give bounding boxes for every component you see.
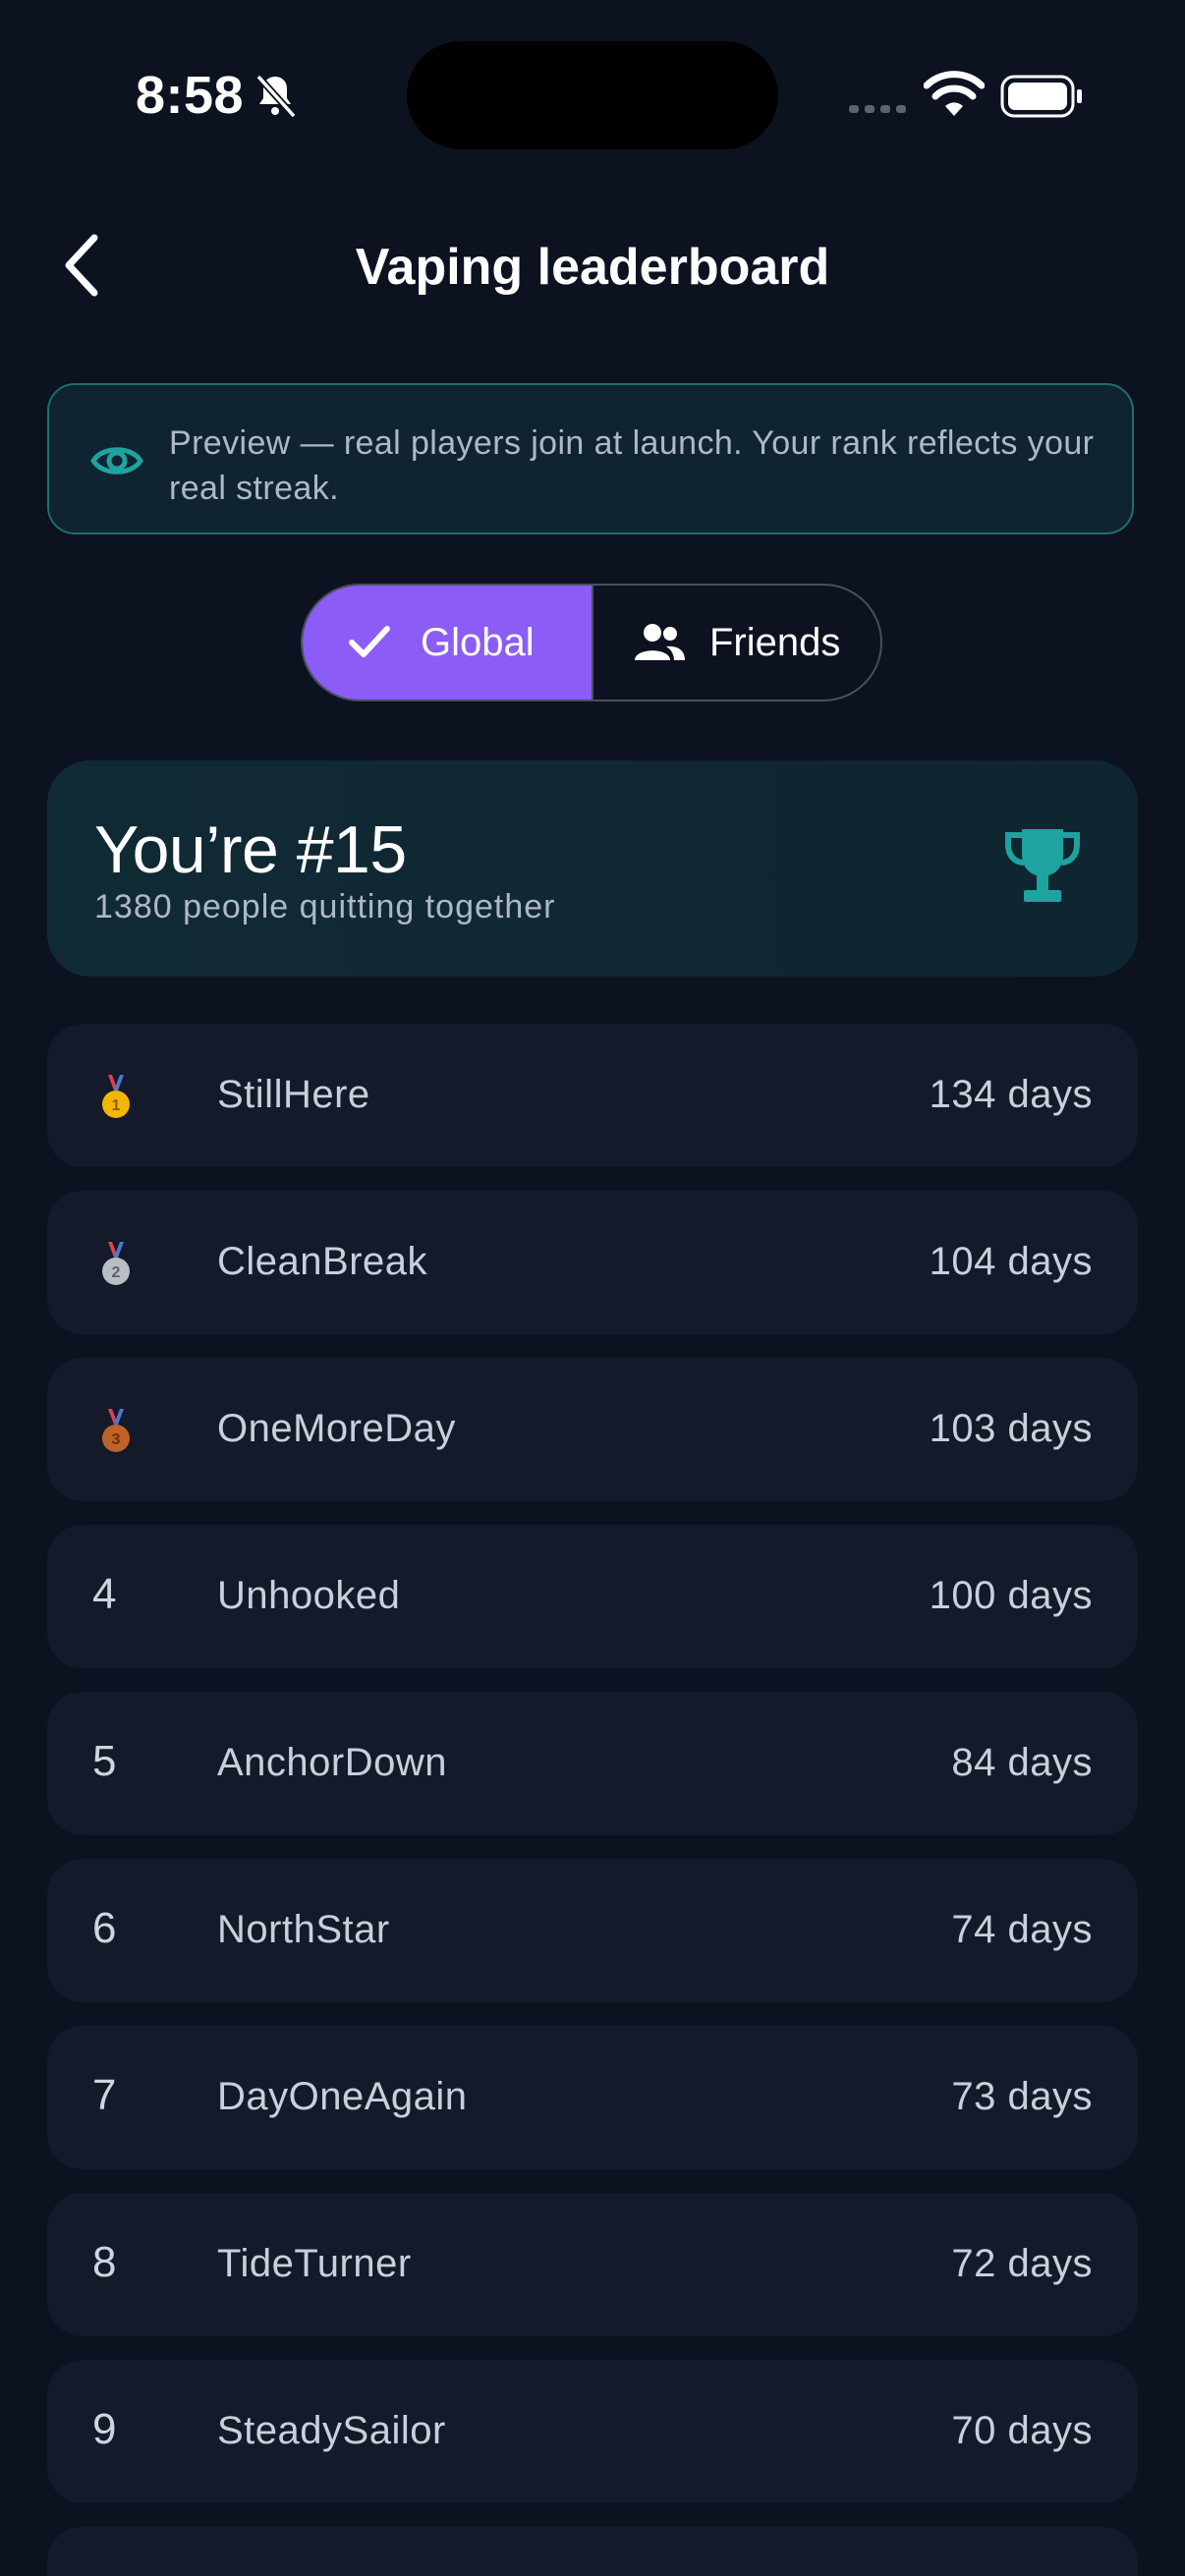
svg-text:3: 3 [112,1431,121,1448]
rank-number: 6 [92,1904,117,1952]
silver-medal-icon: 2 [102,1242,130,1285]
player-name: SteadySailor [217,2409,446,2452]
svg-text:1: 1 [112,1097,121,1114]
preview-banner-text: Preview — real players join at launch. Y… [169,424,1095,507]
rank-number: 9 [92,2405,117,2453]
rank-number: 7 [92,2071,117,2119]
player-name: NorthStar [217,1908,390,1951]
bell-slash-icon [255,74,297,119]
leaderboard-scope-toggle: Global Friends [301,584,882,701]
your-rank-title: You’re #15 [94,812,407,887]
streak-days: 70 days [951,2409,1093,2452]
tab-global-label: Global [421,621,535,664]
leaderboard-row[interactable]: 9 SteadySailor 70 days [47,2360,1138,2503]
your-rank-subtitle: 1380 people quitting together [94,888,556,925]
player-name: DayOneAgain [217,2075,468,2118]
streak-days: 103 days [929,1407,1093,1450]
wifi-icon [924,71,985,116]
battery-icon [1000,75,1082,118]
check-icon [349,626,390,657]
your-rank-card: You’re #15 1380 people quitting together [47,760,1138,977]
svg-text:2: 2 [112,1264,121,1281]
leaderboard-row[interactable]: 7 DayOneAgain 73 days [47,2026,1138,2169]
leaderboard-row[interactable]: 1 StillHere 134 days [47,1024,1138,1167]
trophy-icon [1005,829,1080,902]
preview-banner: Preview — real players join at launch. Y… [47,383,1134,534]
player-name: TideTurner [217,2242,412,2285]
signal-icon [849,105,906,113]
player-name: Unhooked [217,1574,401,1617]
status-time: 8:58 [136,66,245,125]
rank-number: 8 [92,2238,117,2286]
player-name: CleanBreak [217,1240,428,1283]
tab-global[interactable]: Global [303,586,592,700]
streak-days: 74 days [951,1908,1093,1951]
player-name: StillHere [217,1073,370,1116]
rank-number: 5 [92,1737,117,1785]
streak-days: 73 days [951,2075,1093,2118]
dynamic-island [407,41,778,149]
leaderboard-row[interactable]: 5 AnchorDown 84 days [47,1692,1138,1835]
leaderboard-row[interactable]: 3 OneMoreDay 103 days [47,1358,1138,1501]
bronze-medal-icon: 3 [102,1409,130,1452]
streak-days: 84 days [951,1741,1093,1784]
page-title: Vaping leaderboard [355,239,830,296]
eye-icon [90,447,143,475]
rank-number: 4 [92,1570,117,1618]
people-icon [635,624,685,660]
player-name: AnchorDown [217,1741,448,1784]
streak-days: 72 days [951,2242,1093,2285]
leaderboard-row[interactable]: 2 CleanBreak 104 days [47,1191,1138,1334]
player-name: OneMoreDay [217,1407,456,1450]
tab-friends[interactable]: Friends [593,586,880,700]
streak-days: 104 days [929,1240,1093,1283]
streak-days: 134 days [929,1073,1093,1116]
leaderboard-row-partial[interactable] [47,2527,1138,2576]
tab-friends-label: Friends [709,621,841,664]
gold-medal-icon: 1 [102,1075,130,1118]
streak-days: 100 days [929,1574,1093,1617]
leaderboard-row[interactable]: 4 Unhooked 100 days [47,1525,1138,1668]
leaderboard-row[interactable]: 8 TideTurner 72 days [47,2193,1138,2336]
leaderboard-row[interactable]: 6 NorthStar 74 days [47,1859,1138,2002]
status-bar: 8:58 [0,0,1185,196]
